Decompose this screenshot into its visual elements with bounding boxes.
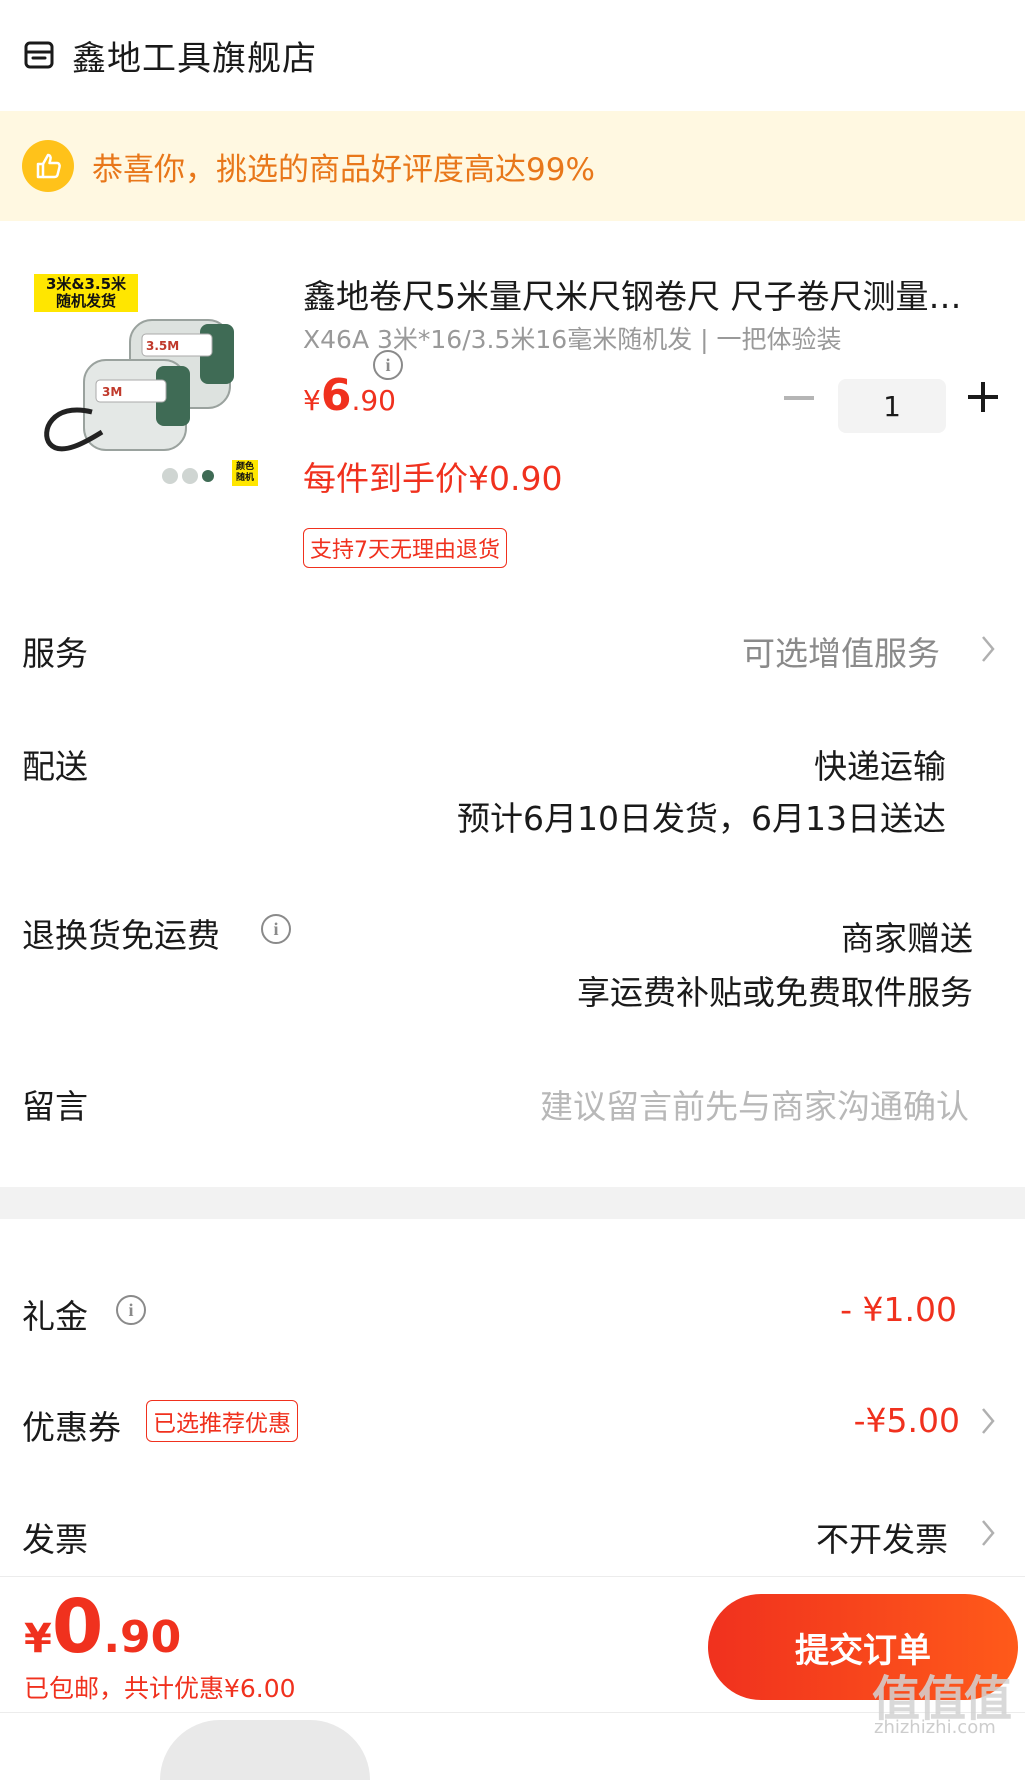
coupon-chevron-right-icon[interactable]: [978, 1404, 998, 1438]
per-item-price: 每件到手价¥0.90: [303, 459, 563, 498]
delivery-estimate: 预计6月10日发货，6月13日送达: [457, 799, 946, 838]
svg-text:3.5M: 3.5M: [146, 339, 179, 353]
section-divider: [0, 1187, 1025, 1219]
return-shipping-detail: 享运费补贴或免费取件服务: [577, 973, 973, 1012]
return-shipping-label: 退换货免运费: [22, 916, 220, 955]
invoice-label: 发票: [22, 1520, 88, 1559]
watermark-url: zhizhizhi.com: [874, 1717, 996, 1738]
return-shipping-value: 商家赠送: [841, 919, 973, 958]
total-price: ¥ 0 .90: [24, 1587, 181, 1667]
thumbs-up-icon: [22, 140, 74, 192]
total-decimal: .90: [103, 1612, 182, 1663]
product-spec[interactable]: X46A 3米*16/3.5米16毫米随机发 | 一把体验装: [303, 320, 1003, 356]
service-value[interactable]: 可选增值服务: [742, 627, 940, 675]
price-info-icon[interactable]: i: [373, 350, 403, 380]
product-image[interactable]: 3米&3.5米 随机发货 3.5M 3M 颜色 随机: [22, 262, 262, 502]
rating-banner-text: 恭喜你，挑选的商品好评度高达99%: [92, 151, 595, 188]
return-shipping-info-icon[interactable]: i: [261, 914, 291, 944]
message-label: 留言: [22, 1087, 88, 1126]
quantity-input[interactable]: 1: [838, 379, 946, 433]
rating-banner: 恭喜你，挑选的商品好评度高达99%: [0, 111, 1025, 221]
return-policy-badge: 支持7天无理由退货: [303, 528, 507, 568]
product-card: 3米&3.5米 随机发货 3.5M 3M 颜色 随机 鑫地卷尺5米量尺米尺钢卷尺…: [0, 222, 1025, 582]
svg-text:3M: 3M: [102, 385, 122, 399]
home-indicator: [160, 1720, 370, 1780]
product-title[interactable]: 鑫地卷尺5米量尺米尺钢卷尺 尺子卷尺测量工具: [303, 270, 993, 318]
coupon-label: 优惠券: [22, 1408, 121, 1447]
gift-money-info-icon[interactable]: i: [116, 1295, 146, 1325]
store-name[interactable]: 鑫地工具旗舰店: [72, 31, 317, 80]
total-integer: 0: [51, 1584, 104, 1670]
product-image-small-tag: 颜色 随机: [232, 460, 258, 486]
invoice-value[interactable]: 不开发票: [816, 1513, 948, 1561]
message-input[interactable]: 建议留言前先与商家沟通确认: [540, 1080, 969, 1128]
price-integer: 6: [320, 370, 352, 421]
store-icon: [24, 40, 54, 70]
checkout-footer: ¥ 0 .90 已包邮，共计优惠¥6.00 提交订单 值值值 zhizhizhi…: [0, 1576, 1025, 1780]
discount-summary: 已包邮，共计优惠¥6.00: [24, 1674, 296, 1703]
delivery-label: 配送: [22, 747, 88, 786]
price-currency: ¥: [303, 384, 321, 417]
gift-money-value: - ¥1.00: [840, 1290, 957, 1329]
service-label: 服务: [22, 634, 88, 673]
price-decimal: .90: [351, 384, 396, 417]
service-chevron-right-icon[interactable]: [978, 632, 998, 666]
gift-money-label: 礼金: [22, 1297, 88, 1336]
quantity-decrease-button[interactable]: [782, 382, 816, 416]
delivery-method[interactable]: 快递运输: [814, 740, 946, 788]
coupon-recommended-badge: 已选推荐优惠: [146, 1400, 298, 1442]
quantity-increase-button[interactable]: [966, 380, 1000, 414]
total-currency: ¥: [24, 1616, 52, 1662]
invoice-chevron-right-icon[interactable]: [978, 1516, 998, 1550]
coupon-value[interactable]: -¥5.00: [854, 1401, 960, 1440]
store-header[interactable]: 鑫地工具旗舰店: [0, 0, 1025, 110]
